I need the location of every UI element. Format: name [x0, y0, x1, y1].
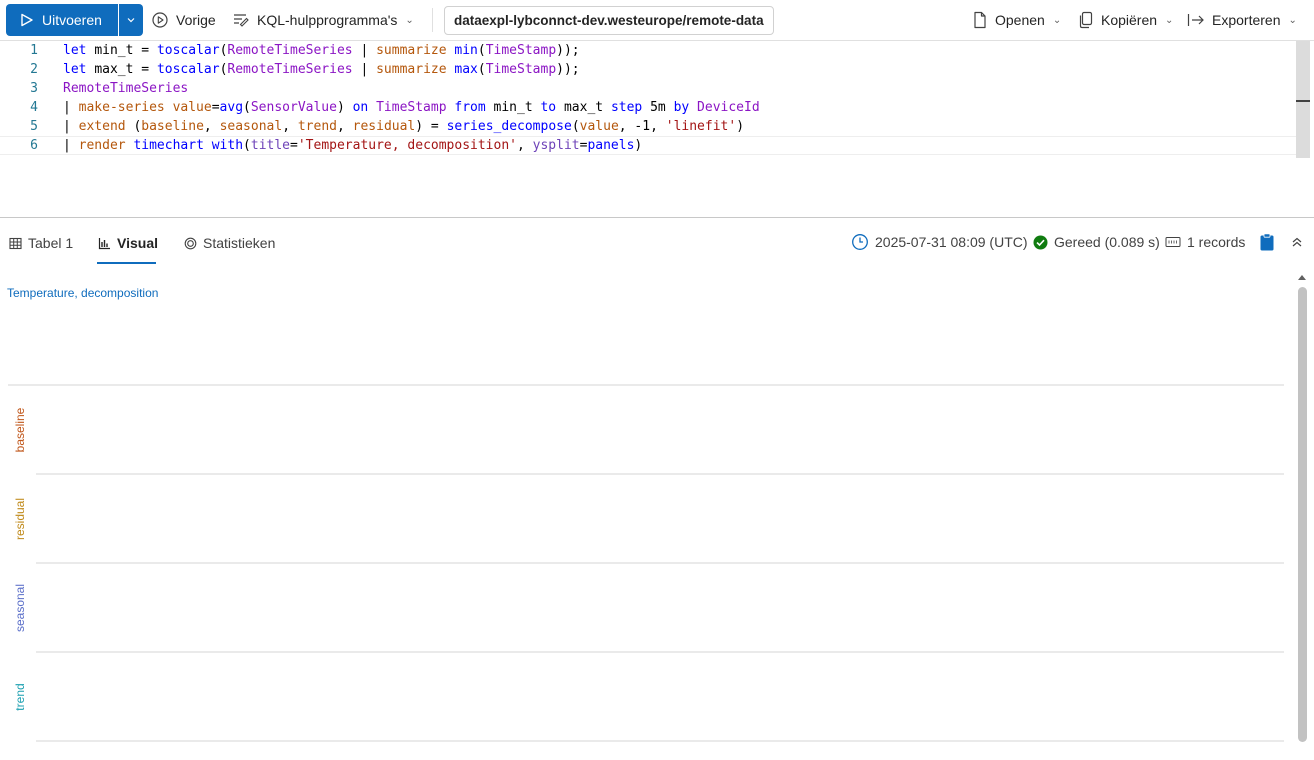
table-icon	[9, 237, 22, 249]
export-menu[interactable]: Exporteren ⌄	[1187, 8, 1297, 32]
toolbar-divider	[432, 8, 433, 32]
kql-tools-icon	[234, 14, 249, 27]
tab-label: Visual	[117, 235, 158, 251]
chevron-down-icon: ⌄	[405, 14, 414, 26]
chevron-down-icon: ⌄	[1052, 14, 1062, 26]
line-number: 4	[30, 100, 38, 115]
timechart	[8, 384, 1284, 742]
kql-tools-label: KQL-hulpprogramma's	[257, 12, 398, 28]
collapse-results-button[interactable]	[1291, 232, 1303, 252]
panel-label-trend: trend	[13, 682, 27, 711]
open-label: Openen	[995, 12, 1045, 28]
tab-statistics[interactable]: Statistieken	[184, 222, 275, 264]
line-number: 5	[30, 119, 38, 134]
tab-label: Tabel 1	[28, 235, 74, 251]
code-text: | extend (baseline, seasonal, trend, res…	[63, 119, 745, 134]
status-text: Gereed (0.089 s)	[1054, 234, 1160, 250]
query-timestamp: 2025-07-31 08:09 (UTC)	[851, 232, 1028, 252]
tab-visual[interactable]: Visual	[98, 222, 158, 264]
chart-icon	[98, 237, 110, 249]
tab-label: Statistieken	[203, 235, 276, 251]
timestamp-text: 2025-07-31 08:09 (UTC)	[875, 234, 1028, 250]
query-editor[interactable]: 1 let min_t = toscalar(RemoteTimeSeries |…	[0, 40, 1314, 218]
run-dropdown-button[interactable]	[119, 4, 143, 36]
records-icon	[1165, 237, 1181, 247]
open-menu[interactable]: Openen ⌄	[972, 8, 1061, 32]
export-icon	[1187, 14, 1204, 26]
clock-icon	[852, 234, 868, 250]
editor-scroll-marker	[1296, 100, 1310, 102]
code-text: | make-series value=avg(SensorValue) on …	[63, 100, 760, 115]
stats-icon	[184, 237, 197, 249]
code-line[interactable]: 6 | render timechart with(title='Temperat…	[0, 136, 1296, 155]
code-line[interactable]: 5 | extend (baseline, seasonal, trend, re…	[0, 117, 1296, 136]
run-button-label: Uitvoeren	[42, 12, 102, 28]
code-line[interactable]: 1 let min_t = toscalar(RemoteTimeSeries |…	[0, 41, 1296, 60]
cluster-path: dataexpl-lybconnct-dev.westeurope/remote…	[454, 13, 764, 28]
checkmark-circle-icon	[1033, 235, 1048, 249]
run-button[interactable]: Uitvoeren	[6, 4, 118, 36]
tab-table-1[interactable]: Tabel 1	[9, 222, 73, 264]
record-count: 1 records	[1165, 232, 1245, 252]
chevron-up-double-icon	[1292, 237, 1302, 247]
panel-label-seasonal: seasonal	[13, 583, 27, 632]
selected-tab-indicator	[97, 262, 156, 264]
line-number: 2	[30, 62, 38, 77]
run-split-button: Uitvoeren	[6, 4, 143, 36]
copy-label: Kopiëren	[1101, 12, 1158, 28]
panel-label-baseline: baseline	[13, 407, 27, 452]
run-separator	[118, 4, 119, 36]
play-icon	[21, 13, 33, 27]
results-scroll-thumb[interactable]	[1298, 287, 1307, 742]
line-number: 3	[30, 81, 38, 96]
chevron-down-icon	[127, 18, 135, 23]
previous-label: Vorige	[176, 12, 216, 28]
export-label: Exporteren	[1212, 12, 1281, 28]
chevron-down-icon: ⌄	[1288, 14, 1297, 26]
copy-menu[interactable]: Kopiëren ⌄	[1078, 8, 1173, 32]
scroll-up-arrow-icon	[1298, 275, 1306, 280]
toolbar: Uitvoeren Vorige KQL-hulpprogramma's ⌄ d…	[0, 0, 1314, 40]
code-text: | render timechart with(title='Temperatu…	[63, 138, 643, 153]
kql-tools-menu[interactable]: KQL-hulpprogramma's ⌄	[232, 8, 414, 32]
code-line[interactable]: 2 let max_t = toscalar(RemoteTimeSeries |…	[0, 60, 1296, 79]
query-status: Gereed (0.089 s)	[1033, 232, 1160, 252]
cluster-database-selector[interactable]: dataexpl-lybconnct-dev.westeurope/remote…	[444, 6, 774, 35]
chevron-down-icon: ⌄	[1165, 14, 1174, 26]
code-text: let max_t = toscalar(RemoteTimeSeries | …	[63, 62, 580, 77]
panel-label-residual: residual	[13, 497, 27, 540]
document-icon	[974, 11, 986, 29]
copy-icon	[1079, 11, 1093, 29]
records-text: 1 records	[1187, 234, 1246, 250]
code-line[interactable]: 3 RemoteTimeSeries	[0, 79, 1296, 98]
line-number: 1	[30, 43, 38, 58]
previous-button[interactable]: Vorige	[151, 8, 216, 32]
code-text: RemoteTimeSeries	[63, 81, 189, 96]
code-text: let min_t = toscalar(RemoteTimeSeries | …	[63, 43, 580, 58]
clipboard-icon	[1260, 233, 1274, 251]
clipboard-button[interactable]	[1259, 232, 1275, 252]
code-line[interactable]: 4 | make-series value=avg(SensorValue) on…	[0, 98, 1296, 117]
history-play-icon	[152, 12, 168, 28]
line-number: 6	[30, 138, 38, 153]
